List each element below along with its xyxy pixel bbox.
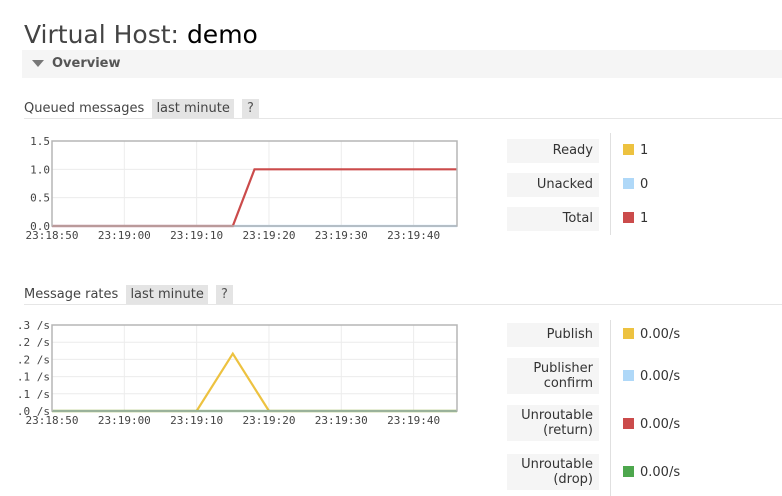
page-title: Virtual Host: demo — [24, 20, 258, 49]
y-tick-label: 0.1 /s — [18, 388, 50, 401]
legend-label: Total — [507, 207, 599, 231]
legend-label-line: Unroutable — [521, 408, 593, 423]
x-tick-label: 23:19:00 — [98, 414, 151, 427]
message-rates-header: Message rates last minute ? — [24, 285, 233, 304]
x-tick-label: 23:19:00 — [98, 229, 151, 242]
legend-swatch-icon — [623, 178, 634, 189]
legend-swatch-icon — [623, 328, 634, 339]
legend-swatch-icon — [623, 370, 634, 381]
legend-swatch-icon — [623, 418, 634, 429]
rates-range-selector[interactable]: last minute — [126, 285, 208, 304]
plot-frame — [51, 140, 458, 227]
overview-section-toggle[interactable]: Overview — [22, 50, 782, 78]
message-rates-chart: 0.0 /s0.1 /s0.1 /s0.2 /s0.2 /s0.3 /s23:1… — [18, 320, 458, 427]
legend-swatch-icon — [623, 144, 634, 155]
legend-value: 0.00/s — [623, 465, 680, 480]
legend-value: 0.00/s — [623, 327, 680, 342]
x-tick-label: 23:19:10 — [170, 414, 223, 427]
y-tick-label: 0.2 /s — [18, 353, 50, 366]
legend-label: Unacked — [507, 173, 599, 197]
message-rates-label: Message rates — [24, 287, 119, 302]
queued-divider — [24, 118, 782, 119]
legend-value: 0 — [623, 177, 648, 192]
queued-messages-label: Queued messages — [24, 101, 145, 116]
legend-label: Ready — [507, 139, 599, 163]
x-tick-label: 23:19:40 — [387, 414, 440, 427]
overview-section-label: Overview — [52, 56, 121, 71]
y-tick-label: 0.3 /s — [18, 320, 50, 332]
legend-value: 1 — [623, 143, 648, 158]
legend-label-line: (drop) — [553, 472, 593, 487]
rates-help-button[interactable]: ? — [216, 285, 233, 304]
legend-label: Unroutable (return) — [507, 405, 599, 441]
x-tick-label: 23:19:10 — [170, 229, 223, 242]
legend-value-text: 1 — [640, 211, 649, 226]
legend-value-text: 1 — [640, 143, 649, 158]
rates-legend-divider — [610, 320, 611, 496]
legend-value-text: 0.00/s — [640, 417, 681, 432]
y-tick-label: 0.1 /s — [18, 371, 50, 384]
y-tick-label: 1.0 — [30, 163, 50, 176]
queued-range-selector[interactable]: last minute — [152, 99, 234, 118]
legend-swatch-icon — [623, 466, 634, 477]
x-tick-label: 23:18:50 — [26, 414, 79, 427]
legend-value: 1 — [623, 211, 648, 226]
x-tick-label: 23:19:30 — [315, 414, 368, 427]
series-line-publish — [52, 351, 457, 413]
x-tick-label: 23:19:30 — [315, 229, 368, 242]
legend-label-line: confirm — [543, 376, 593, 391]
queued-help-button[interactable]: ? — [242, 99, 259, 118]
legend-value-text: 0.00/s — [640, 465, 681, 480]
legend-value: 0.00/s — [623, 369, 680, 384]
legend-label: Publish — [507, 323, 599, 347]
x-tick-label: 23:18:50 — [26, 229, 79, 242]
legend-label: Publisher confirm — [507, 358, 599, 394]
collapse-triangle-icon — [32, 60, 44, 67]
legend-label-line: Unroutable — [521, 457, 593, 472]
y-tick-label: 0.2 /s — [18, 336, 50, 349]
legend-value-text: 0.00/s — [640, 369, 681, 384]
legend-value: 0.00/s — [623, 417, 680, 432]
y-tick-label: 1.5 — [30, 135, 50, 148]
x-tick-label: 23:19:40 — [387, 229, 440, 242]
legend-label-line: (return) — [543, 423, 593, 438]
legend-value-text: 0 — [640, 177, 649, 192]
plot-frame — [51, 324, 458, 412]
x-tick-label: 23:19:20 — [242, 229, 295, 242]
queued-messages-header: Queued messages last minute ? — [24, 99, 259, 118]
queued-messages-chart: 0.00.51.01.523:18:50 23:19:00 23:19:10 23:1… — [26, 135, 458, 242]
legend-swatch-icon — [623, 212, 634, 223]
title-prefix: Virtual Host: — [24, 20, 187, 49]
queued-legend-divider — [610, 133, 611, 235]
y-tick-label: 0.5 — [30, 192, 50, 205]
legend-value-text: 0.00/s — [640, 327, 681, 342]
x-tick-label: 23:19:20 — [242, 414, 295, 427]
vhost-name: demo — [186, 20, 258, 49]
rates-divider — [24, 304, 782, 305]
legend-label: Unroutable (drop) — [507, 454, 599, 490]
legend-label-line: Publisher — [533, 361, 593, 376]
